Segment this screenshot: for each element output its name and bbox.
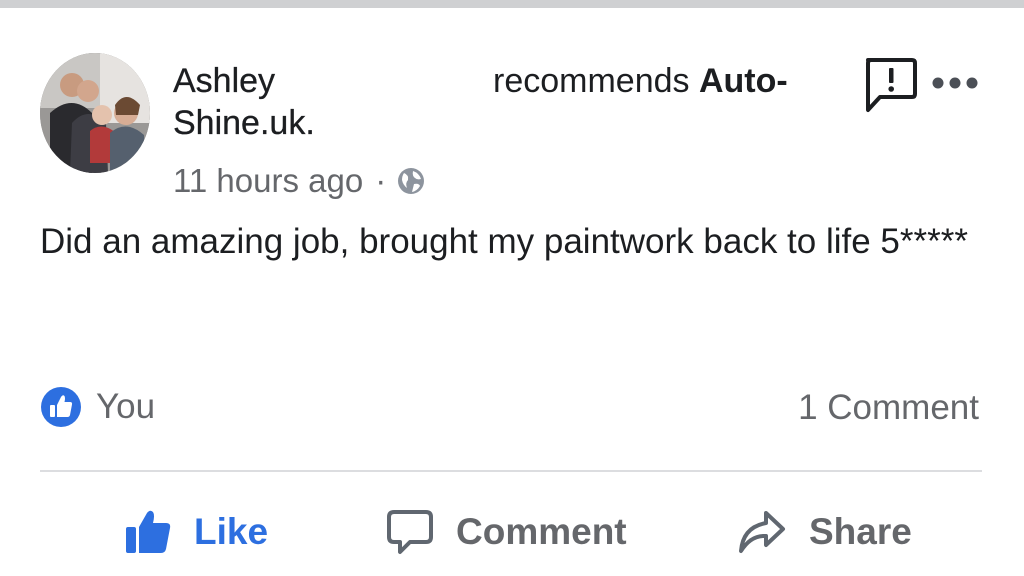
more-icon[interactable] bbox=[930, 76, 980, 90]
comment-button[interactable]: Comment bbox=[386, 500, 627, 564]
like-button[interactable]: Like bbox=[124, 500, 268, 564]
like-label: Like bbox=[194, 511, 269, 552]
share-label: Share bbox=[809, 511, 912, 552]
comment-count[interactable]: 1 Comment bbox=[798, 388, 979, 428]
meta-separator: · bbox=[375, 162, 387, 199]
post-body-text: Did an amazing job, brought my paintwork… bbox=[40, 222, 968, 261]
recommends-text: recommends bbox=[493, 62, 699, 100]
like-badge-icon bbox=[41, 387, 81, 427]
recommended-page-link[interactable]: Auto- bbox=[699, 62, 788, 100]
timestamp[interactable]: 11 hours ago bbox=[173, 161, 363, 201]
author-name[interactable]: Ashley Shine.uk. bbox=[173, 60, 403, 144]
divider bbox=[40, 470, 982, 472]
avatar-photo bbox=[40, 53, 150, 173]
top-separator-bar bbox=[0, 0, 1024, 8]
comment-icon bbox=[387, 510, 433, 554]
recommendation-line: recommends Auto- bbox=[493, 60, 788, 102]
globe-icon[interactable] bbox=[396, 166, 426, 196]
report-icon[interactable] bbox=[862, 56, 918, 114]
post-card: Ashley Shine.uk. recommends Auto- 11 hou… bbox=[0, 8, 1024, 576]
share-icon bbox=[739, 511, 785, 553]
avatar[interactable] bbox=[40, 53, 150, 173]
post-meta: 11 hours ago · bbox=[173, 161, 426, 201]
reaction-names[interactable]: You bbox=[96, 387, 155, 427]
comment-label: Comment bbox=[456, 511, 627, 552]
reaction-summary[interactable]: You bbox=[40, 386, 155, 428]
share-button[interactable]: Share bbox=[737, 500, 912, 564]
thumbs-up-icon bbox=[126, 510, 171, 553]
